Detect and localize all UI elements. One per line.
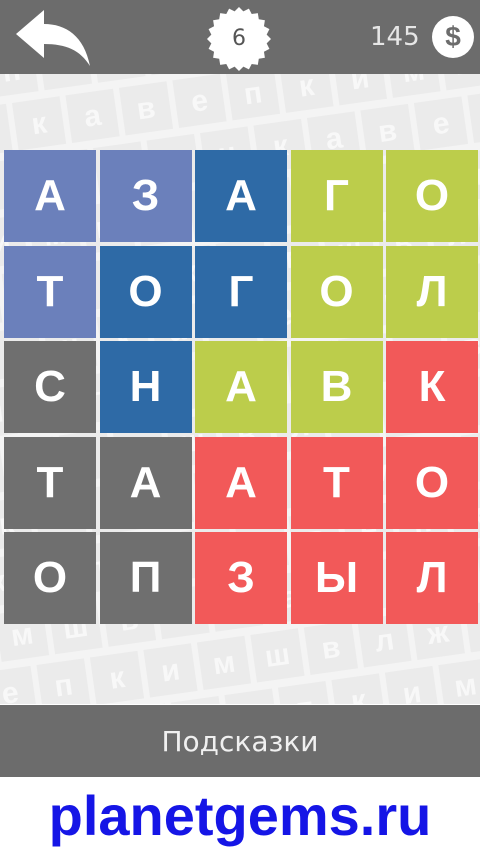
svg-text:ш: ш [263, 638, 292, 674]
dollar-icon: $ [445, 21, 461, 52]
svg-text:м: м [452, 668, 479, 704]
grid-cell[interactable]: А [4, 150, 96, 242]
grid-cell[interactable]: З [99, 150, 192, 242]
svg-text:п: п [0, 74, 23, 89]
watermark: planetgems.ru [0, 777, 480, 854]
grid-cell[interactable]: Л [386, 532, 478, 624]
grid-cell[interactable]: Г [195, 245, 287, 338]
grid-cell[interactable]: А [99, 436, 192, 529]
coin-shop-button[interactable]: $ [432, 16, 474, 58]
grid-cell[interactable]: Т [4, 245, 96, 338]
grid-cell[interactable]: В [290, 341, 383, 433]
svg-text:м: м [211, 646, 238, 682]
grid-cell[interactable]: Т [4, 436, 96, 529]
grid-cell[interactable]: П [99, 532, 192, 624]
grid-cell[interactable]: Т [290, 436, 383, 529]
letter-grid: АЗАГОТОГОЛСНАВКТААТООПЗЫЛ [4, 150, 478, 628]
grid-cell[interactable]: З [195, 532, 287, 624]
svg-text:и: и [349, 74, 372, 96]
grid-cell[interactable]: А [195, 341, 287, 433]
grid-cell[interactable]: Л [386, 245, 478, 338]
level-number: 6 [232, 26, 246, 51]
hints-label: Подсказки [161, 724, 319, 758]
grid-cell[interactable]: Г [290, 150, 383, 242]
back-arrow-icon [16, 10, 90, 66]
grid-cell[interactable]: О [290, 245, 383, 338]
grid-cell[interactable]: О [386, 436, 478, 529]
back-button[interactable] [14, 6, 94, 68]
level-badge: 6 [206, 6, 272, 72]
hints-button[interactable]: Подсказки [0, 705, 480, 777]
grid-cell[interactable]: Ы [290, 532, 383, 624]
grid-cell[interactable]: О [4, 532, 96, 624]
grid-cell[interactable]: К [386, 341, 478, 433]
grid-cell[interactable]: Н [99, 341, 192, 433]
watermark-text: planetgems.ru [48, 784, 432, 847]
top-bar: 6 145 $ [0, 0, 480, 74]
grid-cell[interactable]: О [386, 150, 478, 242]
grid-cell[interactable]: С [4, 341, 96, 433]
grid-cell[interactable]: А [195, 150, 287, 242]
coin-count: 145 [370, 22, 420, 52]
grid-cell[interactable]: О [99, 245, 192, 338]
grid-cell[interactable]: А [195, 436, 287, 529]
